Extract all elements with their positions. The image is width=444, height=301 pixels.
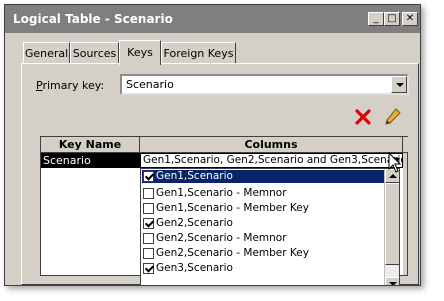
checkbox[interactable] bbox=[143, 218, 154, 229]
checkbox[interactable] bbox=[143, 263, 154, 274]
title-bar[interactable]: Logical Table - Scenario _ □ ✕ bbox=[5, 5, 420, 33]
checkbox[interactable] bbox=[143, 188, 154, 199]
list-item[interactable]: Gen3,Scenario bbox=[143, 262, 233, 275]
minimize-button[interactable]: _ bbox=[368, 12, 384, 26]
pencil-icon bbox=[385, 108, 401, 125]
header-columns[interactable]: Columns bbox=[140, 137, 403, 153]
columns-cell-value: Gen1,Scenario, Gen2,Scenario and Gen3,Sc… bbox=[143, 154, 403, 166]
header-filler bbox=[403, 137, 408, 153]
primary-key-select[interactable]: Scenario bbox=[120, 74, 409, 95]
list-item[interactable]: Gen1,Scenario - Memnor bbox=[143, 187, 287, 200]
minimize-icon: _ bbox=[373, 13, 379, 24]
option-label: Gen1,Scenario - Member Key bbox=[156, 202, 309, 214]
table-scrollbar[interactable] bbox=[403, 153, 407, 275]
checkbox[interactable] bbox=[143, 248, 154, 259]
delete-key-button[interactable] bbox=[353, 107, 373, 127]
header-key-name[interactable]: Key Name bbox=[41, 137, 140, 153]
key-name-cell[interactable]: Scenario bbox=[41, 153, 140, 168]
option-label: Gen3,Scenario bbox=[156, 262, 233, 274]
columns-cell[interactable]: Gen1,Scenario, Gen2,Scenario and Gen3,Sc… bbox=[140, 153, 403, 168]
maximize-button[interactable]: □ bbox=[384, 12, 400, 26]
option-label: Gen2,Scenario bbox=[156, 217, 233, 229]
keys-panel: Primary key: Scenario Key Name Columns S… bbox=[21, 63, 419, 285]
window-title: Logical Table - Scenario bbox=[13, 12, 173, 26]
tab-foreign-keys-label: Foreign Keys bbox=[163, 47, 234, 60]
table-row[interactable]: Scenario Gen1,Scenario, Gen2,Scenario an… bbox=[41, 153, 403, 168]
close-button[interactable]: ✕ bbox=[402, 12, 418, 26]
keys-table: Key Name Columns Scenario Gen1,Scenario,… bbox=[40, 136, 408, 285]
dropdown-scrollbar[interactable] bbox=[384, 169, 399, 285]
list-item[interactable]: Gen1,Scenario bbox=[142, 170, 385, 183]
tab-sources[interactable]: Sources bbox=[70, 42, 119, 64]
delete-x-icon bbox=[355, 109, 371, 125]
chevron-down-icon[interactable] bbox=[391, 76, 407, 93]
maximize-icon: □ bbox=[387, 13, 397, 24]
primary-key-label-text: rimary key: bbox=[42, 79, 105, 92]
list-item[interactable]: Gen2,Scenario bbox=[143, 217, 233, 230]
primary-key-label: Primary key: bbox=[36, 79, 104, 92]
tab-sources-label: Sources bbox=[72, 47, 117, 60]
edit-key-button[interactable] bbox=[383, 107, 403, 127]
columns-dropdown-list[interactable]: Gen1,Scenario Gen1,Scenario - Memnor Gen… bbox=[140, 168, 400, 285]
tab-keys-label: Keys bbox=[127, 46, 153, 59]
close-icon: ✕ bbox=[405, 13, 415, 24]
mouse-cursor-icon bbox=[388, 152, 402, 173]
checkbox[interactable] bbox=[143, 233, 154, 244]
tab-general[interactable]: General bbox=[23, 42, 70, 64]
scroll-down-icon[interactable] bbox=[385, 277, 399, 285]
option-label: Gen1,Scenario - Memnor bbox=[156, 187, 287, 199]
checkbox[interactable] bbox=[143, 203, 154, 214]
list-item[interactable]: Gen2,Scenario - Memnor bbox=[143, 232, 287, 245]
tab-general-label: General bbox=[24, 47, 69, 60]
tab-keys[interactable]: Keys bbox=[119, 40, 161, 65]
list-item[interactable]: Gen1,Scenario - Member Key bbox=[143, 202, 309, 215]
option-label: Gen2,Scenario - Member Key bbox=[156, 247, 309, 259]
scroll-thumb[interactable] bbox=[385, 183, 399, 265]
list-item[interactable]: Gen2,Scenario - Member Key bbox=[143, 247, 309, 260]
checkbox[interactable] bbox=[143, 171, 154, 182]
option-label: Gen2,Scenario - Memnor bbox=[156, 232, 287, 244]
primary-key-value: Scenario bbox=[126, 78, 174, 91]
dialog-window: Logical Table - Scenario _ □ ✕ General S… bbox=[4, 4, 421, 286]
tab-foreign-keys[interactable]: Foreign Keys bbox=[161, 42, 236, 64]
option-label: Gen1,Scenario bbox=[156, 170, 233, 182]
